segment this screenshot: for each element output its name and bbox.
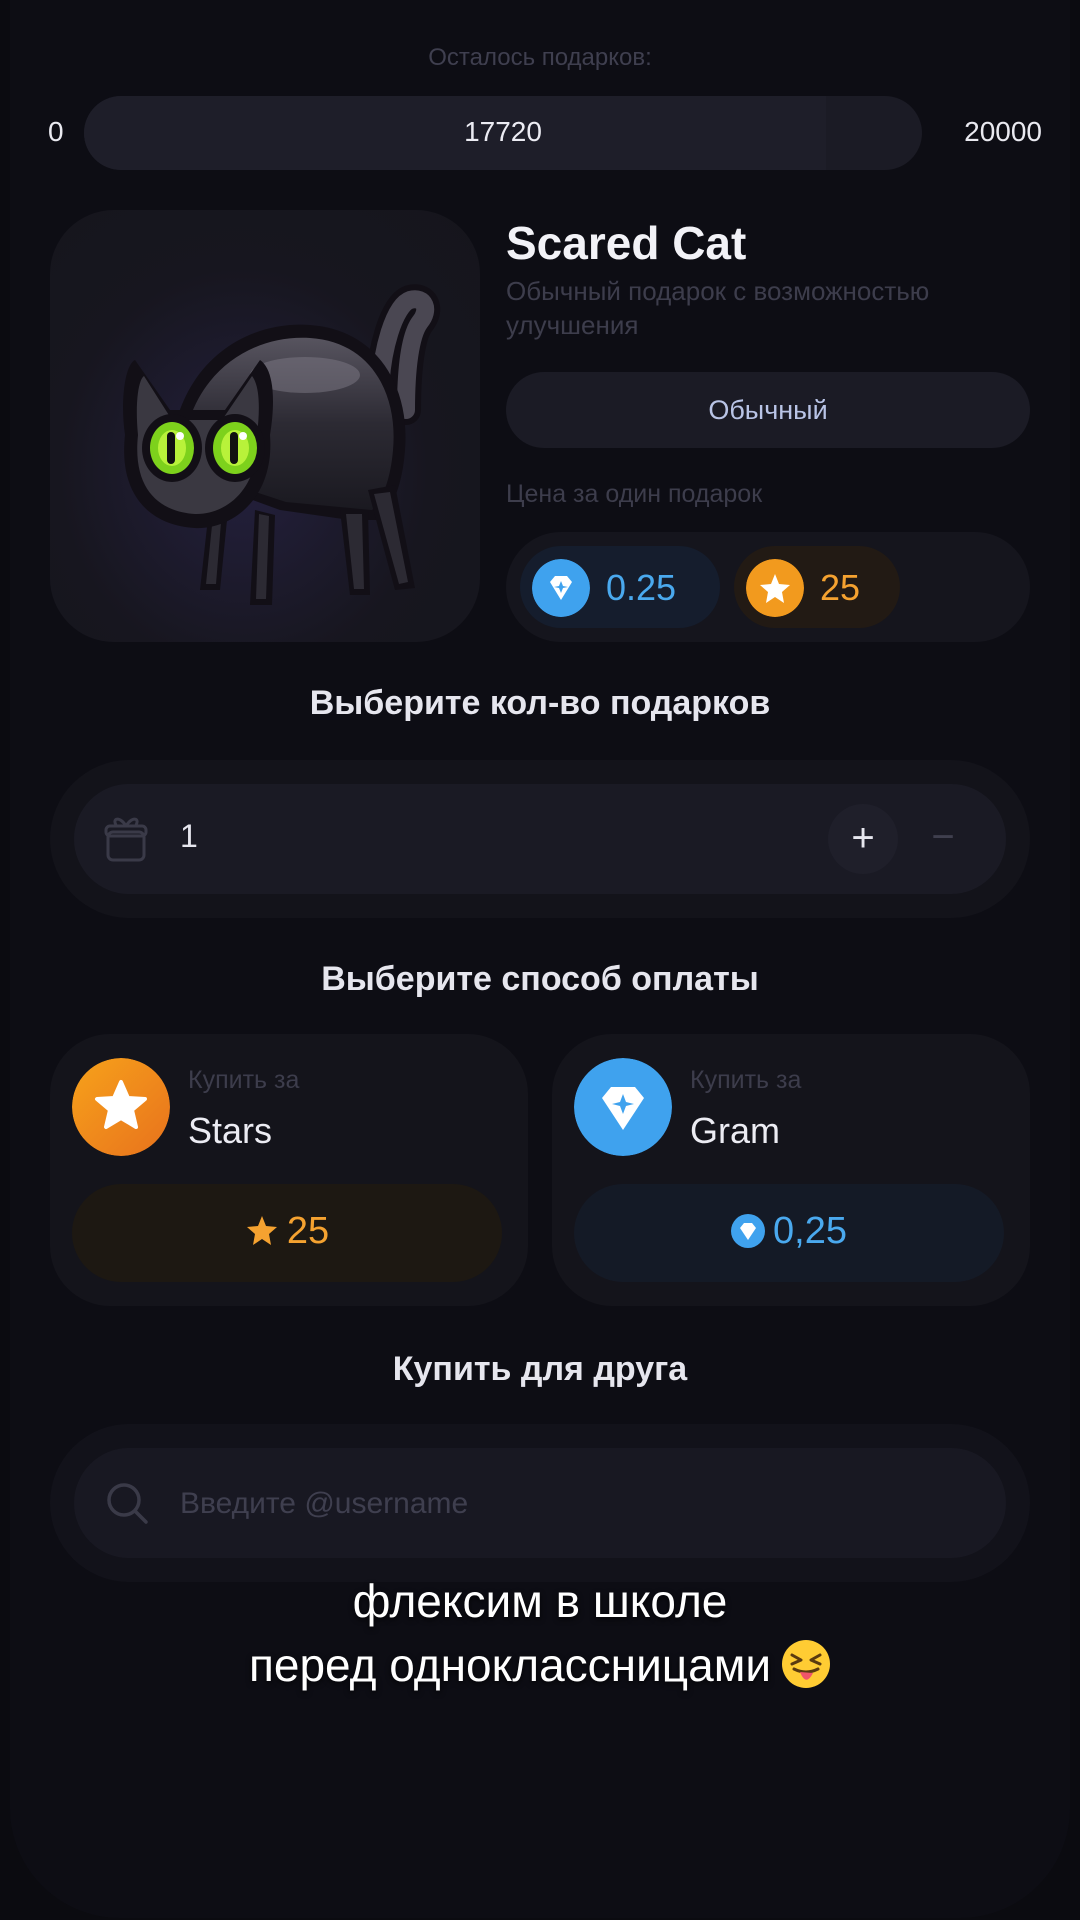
pay-stars-amount: 25 xyxy=(286,1210,330,1252)
friend-search-box[interactable] xyxy=(74,1448,1006,1558)
star-icon xyxy=(72,1058,170,1156)
pay-stars-card[interactable]: Купить за Stars 25 xyxy=(50,1034,528,1306)
supply-title: Осталось подарков: xyxy=(428,44,652,71)
squinting-face-with-tongue-icon xyxy=(782,1640,831,1688)
gift-name: Scared Cat xyxy=(506,217,747,269)
price-ton-value: 0.25 xyxy=(606,567,677,608)
app-screen: Осталось подарков: 0 17720 20000 Scared … xyxy=(10,0,1070,1918)
rarity-badge: Обычный xyxy=(506,372,1030,448)
pay-gram-sub: Купить за xyxy=(690,1066,802,1094)
diamond-icon xyxy=(532,559,590,617)
price-label: Цена за один подарок xyxy=(506,480,763,508)
quantity-title: Выберите кол-во подарков xyxy=(309,684,771,722)
pay-gram-amount: 0,25 xyxy=(773,1210,847,1252)
friend-search xyxy=(50,1424,1030,1582)
increment-button[interactable]: + xyxy=(828,804,898,874)
pay-stars-button[interactable]: 25 xyxy=(72,1184,502,1282)
pay-gram-name: Gram xyxy=(690,1110,780,1151)
decrement-button[interactable]: − xyxy=(908,804,978,874)
price-ton-pill: 0.25 xyxy=(520,546,720,628)
pay-stars-name: Stars xyxy=(188,1110,273,1151)
friend-title: Купить для друга xyxy=(392,1350,688,1388)
supply-progress: 0 17720 20000 xyxy=(10,96,1070,170)
caption-line-2: перед одноклассницами xyxy=(0,1638,1080,1692)
diamond-icon xyxy=(731,1214,766,1248)
price-stars-value: 25 xyxy=(820,567,861,608)
supply-min: 0 xyxy=(48,116,64,147)
star-icon xyxy=(246,1216,277,1245)
pay-stars-sub: Купить за xyxy=(188,1066,300,1094)
star-icon xyxy=(746,559,804,617)
search-icon xyxy=(107,1483,148,1524)
supply-current: 17720 xyxy=(464,116,542,147)
gift-description: Обычный подарок с возможностью улучшения xyxy=(506,276,930,340)
pay-gram-button[interactable]: 0,25 xyxy=(574,1184,1004,1282)
supply-bar: 17720 xyxy=(84,96,922,170)
caption-line-2-text: перед одноклассницами xyxy=(248,1639,772,1691)
pay-gram-card[interactable]: Купить за Gram 0,25 xyxy=(552,1034,1030,1306)
pay-gram-amount-wrap: 0,25 xyxy=(731,1210,847,1253)
price-box: 0.25 25 xyxy=(506,532,1030,642)
pay-stars-amount-wrap: 25 xyxy=(245,1210,329,1253)
supply-max: 20000 xyxy=(964,116,1042,147)
price-stars-pill: 25 xyxy=(734,546,900,628)
payment-title: Выберите способ оплаты xyxy=(321,960,759,998)
quantity-stepper: 1 + − xyxy=(50,760,1030,918)
caption-line-1: флексим в школе xyxy=(352,1575,728,1627)
gift-box-icon xyxy=(104,817,148,862)
gift-image-card xyxy=(50,210,480,642)
diamond-icon xyxy=(574,1058,672,1156)
scared-cat-icon xyxy=(123,284,441,605)
username-input[interactable] xyxy=(178,1476,962,1532)
quantity-field[interactable]: 1 + − xyxy=(74,784,1006,894)
quantity-value: 1 xyxy=(180,818,198,854)
